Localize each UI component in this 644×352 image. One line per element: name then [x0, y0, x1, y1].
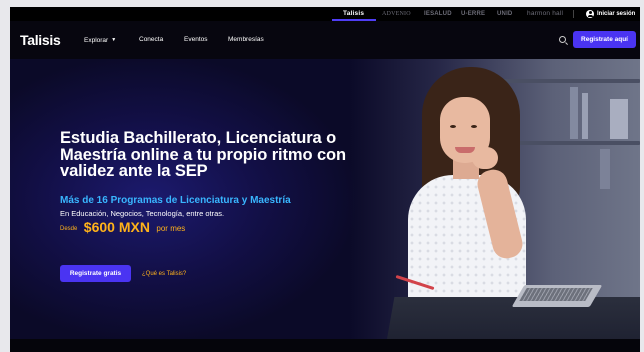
register-button[interactable]: Registrate aquí	[573, 31, 636, 48]
search-icon[interactable]	[559, 36, 566, 43]
nav-item-membresias[interactable]: Membresías	[228, 35, 264, 45]
divider	[573, 10, 574, 18]
brand-unid[interactable]: UNID	[497, 9, 512, 19]
brand-talisis[interactable]: Talisis	[343, 9, 364, 19]
book	[570, 87, 578, 139]
person-eye	[450, 125, 456, 128]
brand-advenio[interactable]: ADVENIO	[382, 9, 411, 19]
login-label: Iniciar sesión	[597, 11, 636, 17]
brand-iesalud[interactable]: IESALUD	[424, 9, 452, 19]
register-free-button[interactable]: Registrate gratis	[60, 265, 131, 282]
what-is-talisis-link[interactable]: ¿Qué es Talisis?	[142, 270, 186, 278]
hero-headline: Estudia Bachillerato, Licenciatura o Mae…	[60, 129, 346, 180]
nav-item-conecta[interactable]: Conecta	[139, 35, 163, 45]
login-link[interactable]: Iniciar sesión	[586, 8, 635, 20]
book	[600, 149, 610, 189]
next-section	[10, 339, 640, 352]
nav-item-label: Explorar	[84, 37, 109, 44]
book	[582, 93, 588, 139]
page-frame: Talisis ADVENIO IESALUD U-ERRE UNID harm…	[10, 7, 640, 352]
price-value: $600 MXN	[83, 219, 150, 235]
hero-description: En Educación, Negocios, Tecnología, entr…	[60, 209, 225, 218]
person-smile	[455, 147, 475, 153]
brand-harmon-hall[interactable]: harmon hall	[527, 9, 563, 19]
person-eye	[471, 125, 477, 128]
price-prefix: Desde	[60, 226, 78, 232]
nav-item-eventos[interactable]: Eventos	[184, 35, 208, 45]
price-row: Desde $600 MXN por mes	[60, 219, 185, 237]
hero-section: Estudia Bachillerato, Licenciatura o Mae…	[10, 59, 640, 339]
shelf	[490, 79, 640, 83]
chevron-down-icon: ▼	[111, 37, 117, 43]
user-circle-icon	[586, 10, 594, 18]
book	[610, 99, 628, 139]
nav-item-explorar[interactable]: Explorar ▼	[84, 35, 116, 46]
brand-bar: Talisis ADVENIO IESALUD U-ERRE UNID harm…	[10, 7, 640, 21]
site-logo[interactable]: Talisis	[20, 31, 61, 49]
hero-subheadline: Más de 16 Programas de Licenciatura y Ma…	[60, 195, 291, 206]
person-hand	[472, 147, 498, 169]
main-nav: Talisis Explorar ▼ Conecta Eventos Membre…	[10, 21, 640, 59]
brand-u-erre[interactable]: U-ERRE	[461, 9, 485, 19]
shelf	[510, 141, 640, 145]
price-suffix: por mes	[156, 224, 186, 233]
laptop-keyboard	[519, 288, 593, 301]
